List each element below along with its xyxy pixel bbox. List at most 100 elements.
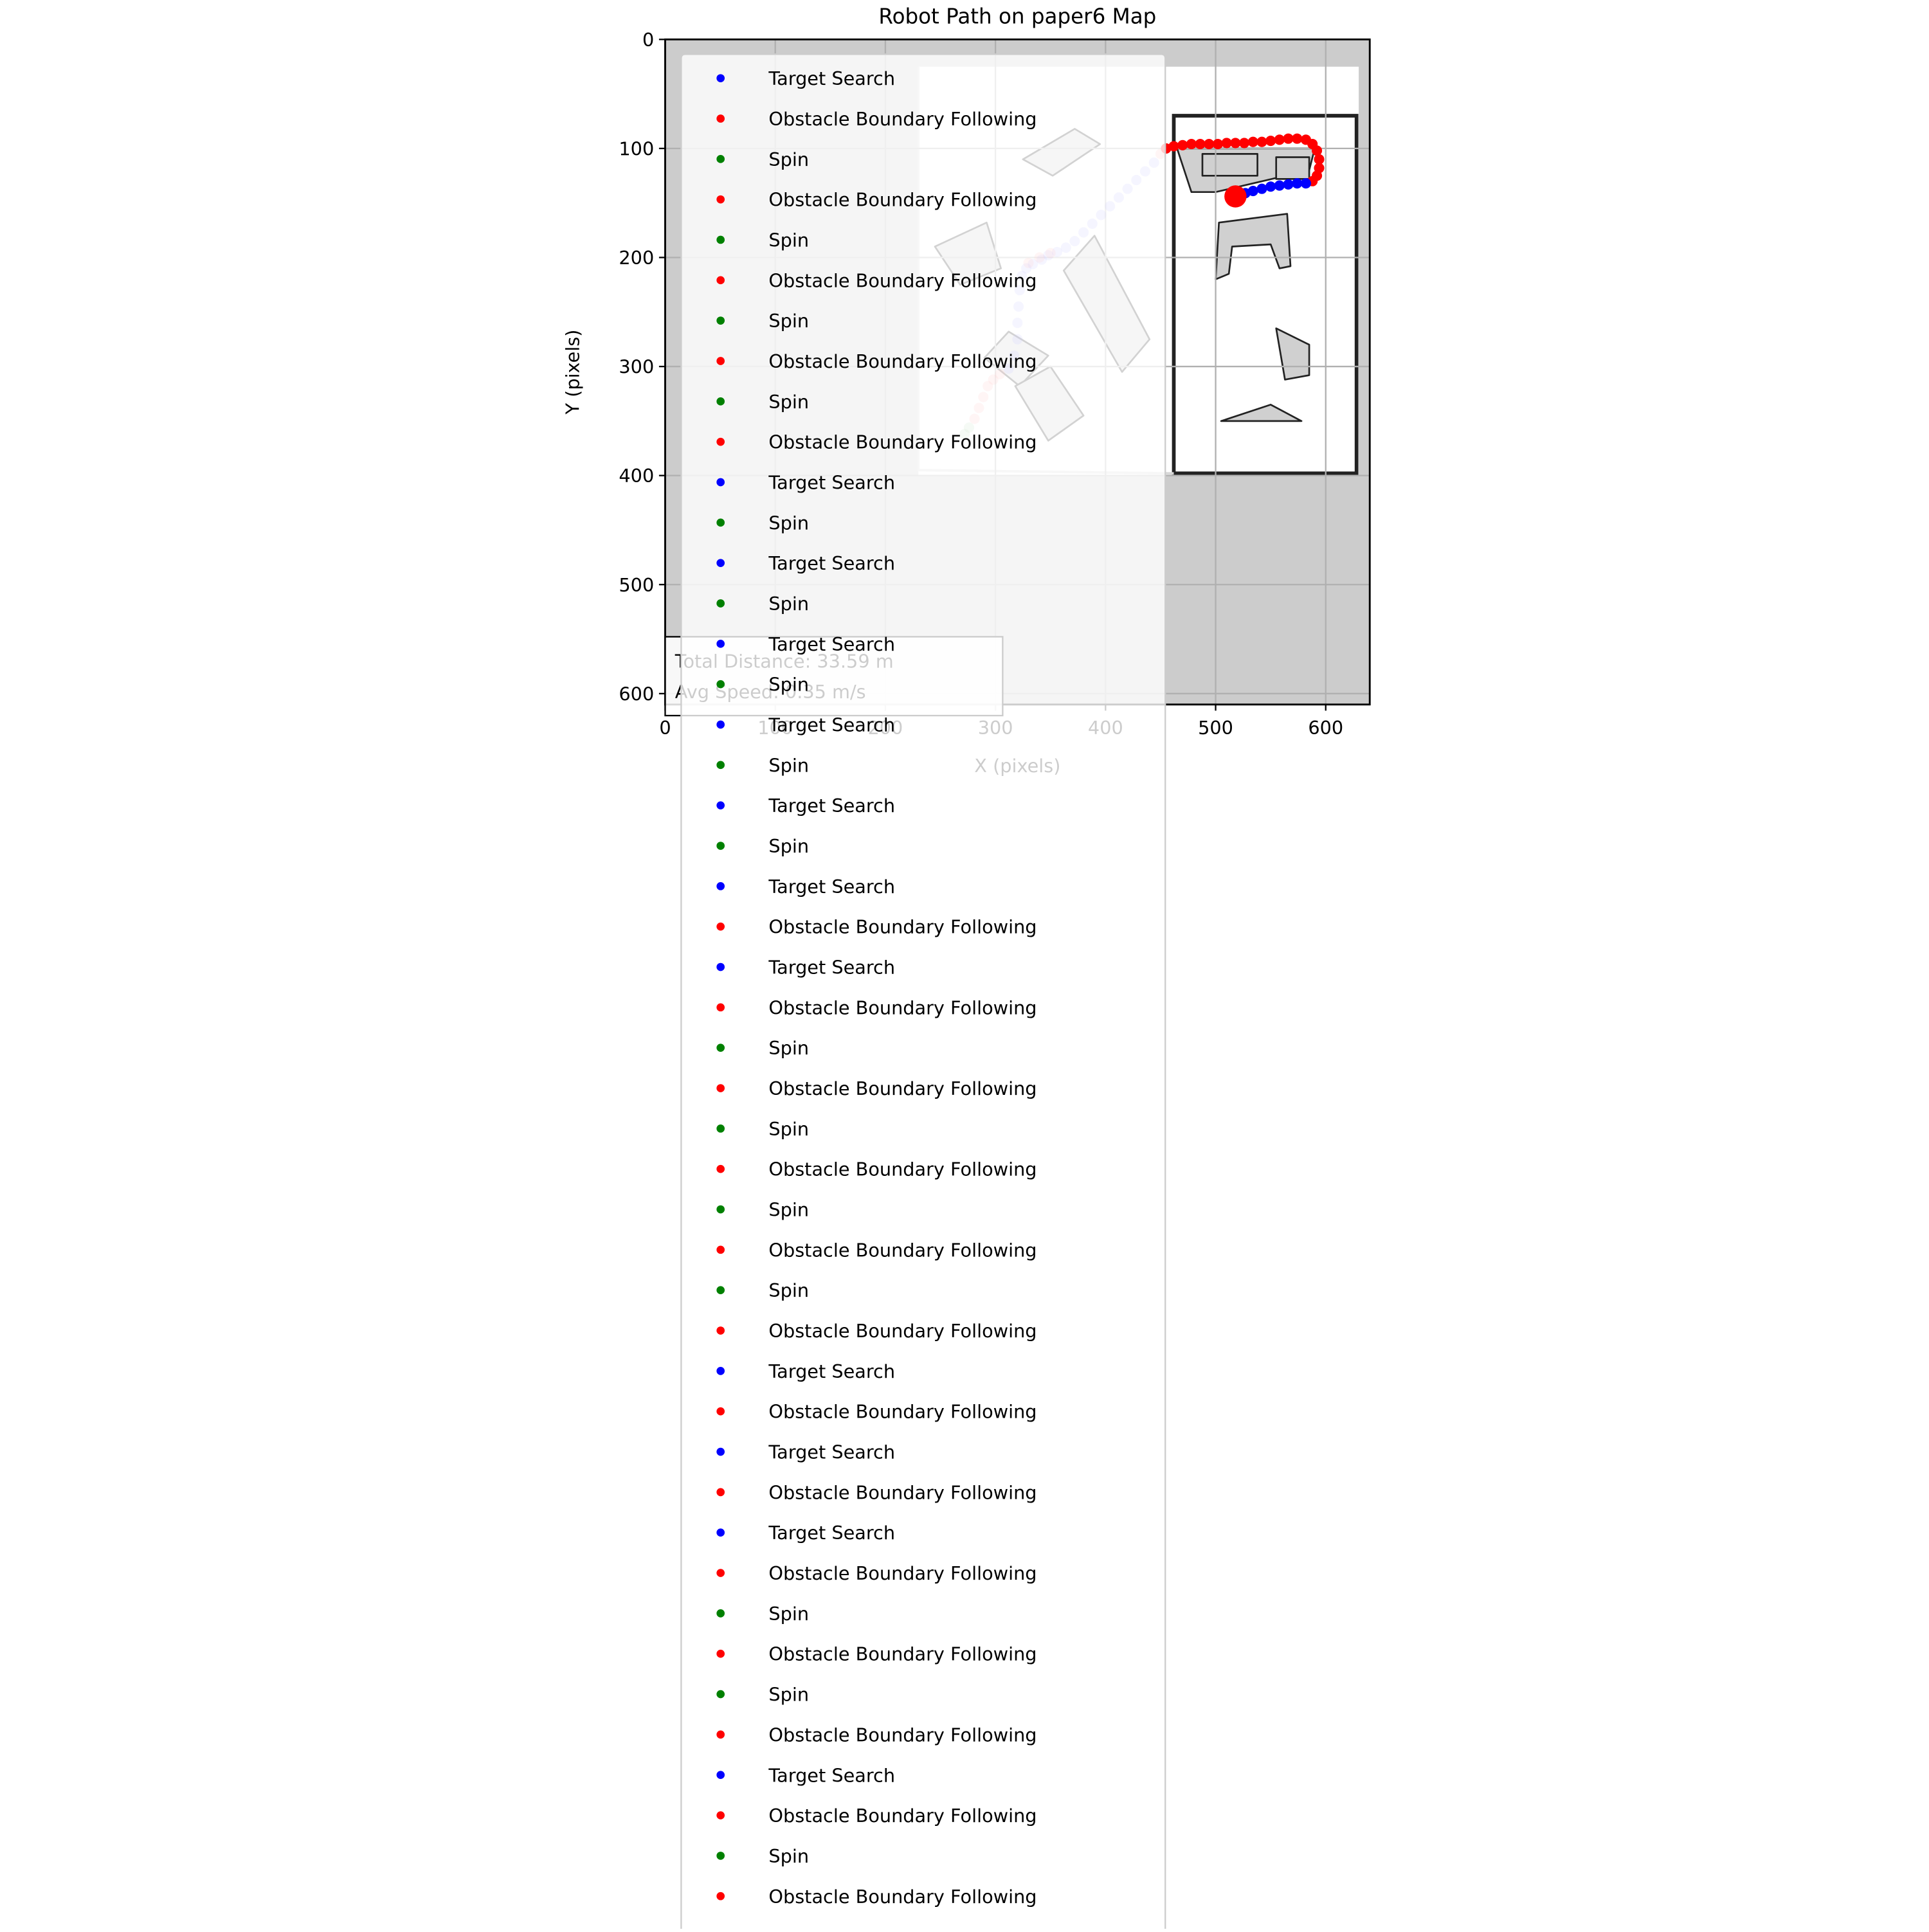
- legend-label: Spin: [768, 230, 809, 251]
- legend-marker: [716, 397, 725, 406]
- legend-marker: [716, 1043, 725, 1052]
- path-point: [1256, 136, 1267, 147]
- legend-label: Obstacle Boundary Following: [768, 431, 1037, 453]
- legend-marker: [716, 1164, 725, 1173]
- path-point: [1283, 179, 1294, 190]
- legend-marker: [716, 1124, 725, 1133]
- legend-marker: [716, 1488, 725, 1497]
- legend-label: Spin: [768, 512, 809, 534]
- legend-label: Spin: [768, 593, 809, 615]
- legend-marker: [716, 1528, 725, 1537]
- obstacle-2: [1275, 156, 1310, 180]
- x-tick-label: 0: [659, 717, 671, 739]
- legend-label: Obstacle Boundary Following: [768, 1886, 1037, 1908]
- legend-label: Target Search: [768, 633, 895, 655]
- legend-marker: [716, 922, 725, 931]
- chart-canvas: Robot Path on paper6 Map 0 100 200 300 400 50…: [561, 4, 1371, 1932]
- obstacle-1: [1201, 153, 1258, 177]
- path-point: [1265, 181, 1276, 192]
- path-point: [1186, 139, 1197, 150]
- legend-marker: [716, 478, 725, 487]
- legend-label: Obstacle Boundary Following: [768, 1320, 1037, 1342]
- legend-marker: [716, 195, 725, 204]
- legend-marker: [716, 1326, 725, 1335]
- y-tick-label: 600: [619, 683, 654, 705]
- legend-marker: [716, 1286, 725, 1295]
- legend-marker: [716, 882, 725, 890]
- legend-marker: [716, 1811, 725, 1819]
- legend-label: Spin: [768, 1037, 809, 1059]
- legend-label: Spin: [768, 1279, 809, 1301]
- legend-marker: [716, 559, 725, 567]
- legend-label: Spin: [768, 310, 809, 332]
- legend-marker: [716, 1447, 725, 1456]
- x-tick-label: 600: [1308, 717, 1343, 739]
- path-point: [1212, 139, 1224, 150]
- legend-label: Target Search: [768, 1764, 895, 1786]
- legend-label: Obstacle Boundary Following: [768, 1239, 1037, 1261]
- legend-label: Target Search: [768, 714, 895, 736]
- path-point: [1265, 135, 1276, 147]
- legend-label: Spin: [768, 835, 809, 857]
- path-point: [1177, 140, 1188, 150]
- path-point: [1274, 134, 1285, 145]
- legend-label: Obstacle Boundary Following: [768, 1643, 1037, 1665]
- path-point: [1292, 133, 1303, 144]
- chart-title: Robot Path on paper6 Map: [878, 4, 1156, 28]
- legend-label: Obstacle Boundary Following: [768, 350, 1037, 372]
- legend-label: Target Search: [768, 876, 895, 898]
- path-point: [1300, 178, 1311, 189]
- legend-label: Spin: [768, 1845, 809, 1867]
- legend-marker: [716, 437, 725, 446]
- legend-label: Target Search: [768, 795, 895, 817]
- path-point: [1230, 138, 1241, 149]
- path-point: [1256, 183, 1267, 194]
- legend-marker: [716, 74, 725, 82]
- path-point: [1247, 136, 1258, 147]
- legend-marker: [716, 1367, 725, 1375]
- legend-label: Target Search: [768, 1522, 895, 1544]
- legend-marker: [716, 1649, 725, 1658]
- path-point: [1221, 138, 1232, 149]
- legend-marker: [716, 1003, 725, 1012]
- legend-marker: [716, 1690, 725, 1699]
- legend-label: Target Search: [768, 68, 895, 89]
- legend-label: Spin: [768, 391, 809, 413]
- legend-marker: [716, 1730, 725, 1739]
- legend-label: Spin: [768, 1118, 809, 1140]
- legend-label: Spin: [768, 674, 809, 696]
- y-tick-label: 100: [619, 138, 654, 159]
- legend-marker: [716, 720, 725, 729]
- goal-marker: [1224, 185, 1247, 208]
- legend-label: Target Search: [768, 1360, 895, 1382]
- legend-label: Spin: [768, 754, 809, 776]
- legend-marker: [716, 1245, 725, 1254]
- path-point: [1312, 145, 1323, 156]
- legend-marker: [716, 1852, 725, 1860]
- legend-label: Obstacle Boundary Following: [768, 269, 1037, 291]
- legend-label: Obstacle Boundary Following: [768, 1401, 1037, 1423]
- legend-marker: [716, 801, 725, 809]
- legend-label: Obstacle Boundary Following: [768, 1724, 1037, 1746]
- legend-marker: [716, 276, 725, 285]
- legend-label: Spin: [768, 1199, 809, 1221]
- legend-marker: [716, 154, 725, 163]
- legend-label: Obstacle Boundary Following: [768, 1078, 1037, 1099]
- legend-marker: [716, 1609, 725, 1618]
- path-point: [1239, 138, 1250, 149]
- legend-label: Obstacle Boundary Following: [768, 1481, 1037, 1503]
- legend-marker: [716, 1084, 725, 1092]
- legend-label: Obstacle Boundary Following: [768, 1562, 1037, 1584]
- path-point: [1292, 178, 1303, 189]
- legend-marker: [716, 1569, 725, 1577]
- y-tick-label: 0: [642, 29, 654, 51]
- chart: Robot Path on paper6 Map 0 100 200 300 400 50…: [0, 0, 1929, 1932]
- legend-label: Spin: [768, 1684, 809, 1706]
- x-tick-label: 500: [1198, 717, 1233, 739]
- legend-marker: [716, 680, 725, 689]
- legend-label: Obstacle Boundary Following: [768, 108, 1037, 130]
- y-tick-label: 400: [619, 465, 654, 487]
- legend-label: Obstacle Boundary Following: [768, 1805, 1037, 1827]
- legend-label: Target Search: [768, 1441, 895, 1463]
- path-point: [1168, 141, 1179, 152]
